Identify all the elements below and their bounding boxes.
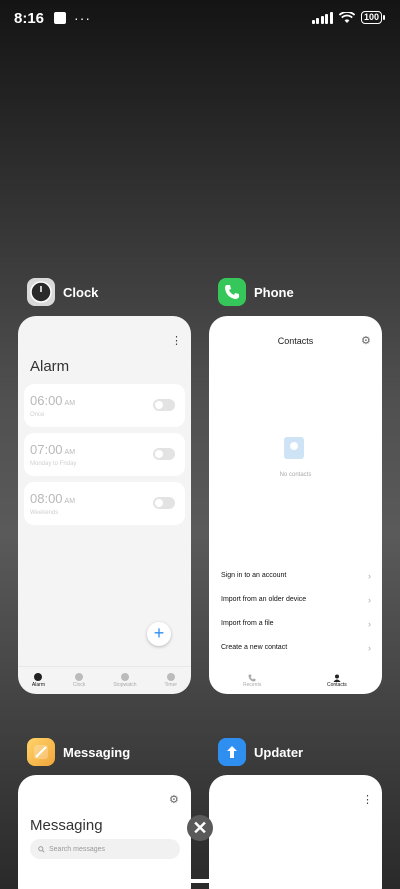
person-icon (333, 674, 341, 682)
phone-recents-icon (248, 674, 256, 682)
updater-app-preview[interactable]: ⋮ (209, 775, 382, 889)
add-alarm-button: + (147, 622, 171, 646)
alarm-toggle (153, 448, 175, 460)
nav-stopwatch: Stopwatch (113, 673, 137, 688)
chevron-right-icon: › (368, 643, 371, 653)
close-icon[interactable]: ✕ (187, 815, 213, 841)
status-bar: 8:16 ··· 100 (0, 0, 400, 36)
clock-app-preview[interactable]: ⋮ Alarm 06:00 AM Once 07:00 AM Monday to F… (18, 316, 191, 694)
phone-app-name: Phone (254, 284, 294, 300)
contacts-title: Contacts (277, 336, 314, 346)
sign-in-account-row: Sign in to an account › (221, 571, 371, 581)
clock-app-header[interactable]: Clock (27, 277, 98, 307)
updater-app-name: Updater (254, 744, 304, 760)
timer-icon (166, 673, 175, 681)
alarm-item: 08:00 AM Weekends (24, 482, 185, 525)
alarm-time: 08:00 AM (30, 491, 76, 506)
alarm-repeat: Weekends (30, 510, 59, 516)
alarm-icon (34, 673, 43, 681)
chevron-right-icon: › (368, 571, 371, 581)
create-contact-row: Create a new contact › (221, 643, 371, 653)
messaging-app-icon[interactable] (27, 738, 55, 766)
nav-alarm: Alarm (32, 673, 45, 688)
search-icon (38, 845, 45, 853)
empty-contacts-text: No contacts (279, 472, 312, 478)
alarm-item: 06:00 AM Once (24, 384, 185, 427)
chevron-right-icon: › (368, 619, 371, 629)
alarm-toggle (153, 399, 175, 411)
import-older-device-row: Import from an older device › (221, 595, 371, 605)
settings-icon: ⚙ (361, 335, 371, 347)
nav-recents: Recents (243, 674, 261, 688)
chevron-right-icon: › (368, 595, 371, 605)
signal-icon (311, 11, 333, 24)
clock-app-name: Clock (63, 284, 99, 300)
nav-clock: Clock (73, 673, 85, 688)
alarm-toggle (153, 497, 175, 509)
stopwatch-icon (120, 673, 129, 681)
notification-icon (54, 12, 67, 24)
phone-app-header[interactable]: Phone (218, 277, 294, 307)
alarm-repeat: Once (30, 412, 45, 418)
battery-icon: 100 (360, 11, 386, 24)
search-messages-field: Search messages (30, 839, 180, 859)
updater-app-header[interactable]: Updater (218, 737, 303, 767)
more-notifications-icon: ··· (74, 10, 92, 26)
settings-icon: ⚙ (169, 794, 179, 806)
alarm-time: 07:00 AM (30, 442, 76, 457)
wifi-icon (338, 11, 355, 23)
alarm-item: 07:00 AM Monday to Friday (24, 433, 185, 476)
clock-app-icon[interactable] (27, 278, 55, 306)
alarm-time: 06:00 AM (30, 393, 76, 408)
home-indicator[interactable] (126, 879, 274, 883)
more-options-icon: ⋮ (171, 335, 182, 347)
messaging-title: Messaging (30, 817, 103, 834)
alarm-title: Alarm (30, 358, 70, 375)
phone-app-preview[interactable]: Contacts ⚙ No contacts Sign in to an acc… (209, 316, 382, 694)
messaging-app-header[interactable]: Messaging (27, 737, 130, 767)
updater-app-icon[interactable] (218, 738, 246, 766)
import-file-row: Import from a file › (221, 619, 371, 629)
phone-app-icon[interactable] (218, 278, 246, 306)
messaging-app-name: Messaging (63, 744, 131, 760)
nav-contacts: Contacts (327, 674, 347, 688)
more-options-icon: ⋮ (362, 794, 373, 806)
clock-icon (75, 673, 84, 681)
status-time: 8:16 (14, 9, 45, 27)
nav-timer: Timer (164, 673, 177, 688)
messaging-app-preview[interactable]: ⚙ Messaging Search messages (18, 775, 191, 889)
alarm-repeat: Monday to Friday (30, 461, 77, 467)
contact-placeholder-icon (284, 437, 304, 459)
clock-bottom-nav: Alarm Clock Stopwatch Timer (18, 666, 191, 694)
